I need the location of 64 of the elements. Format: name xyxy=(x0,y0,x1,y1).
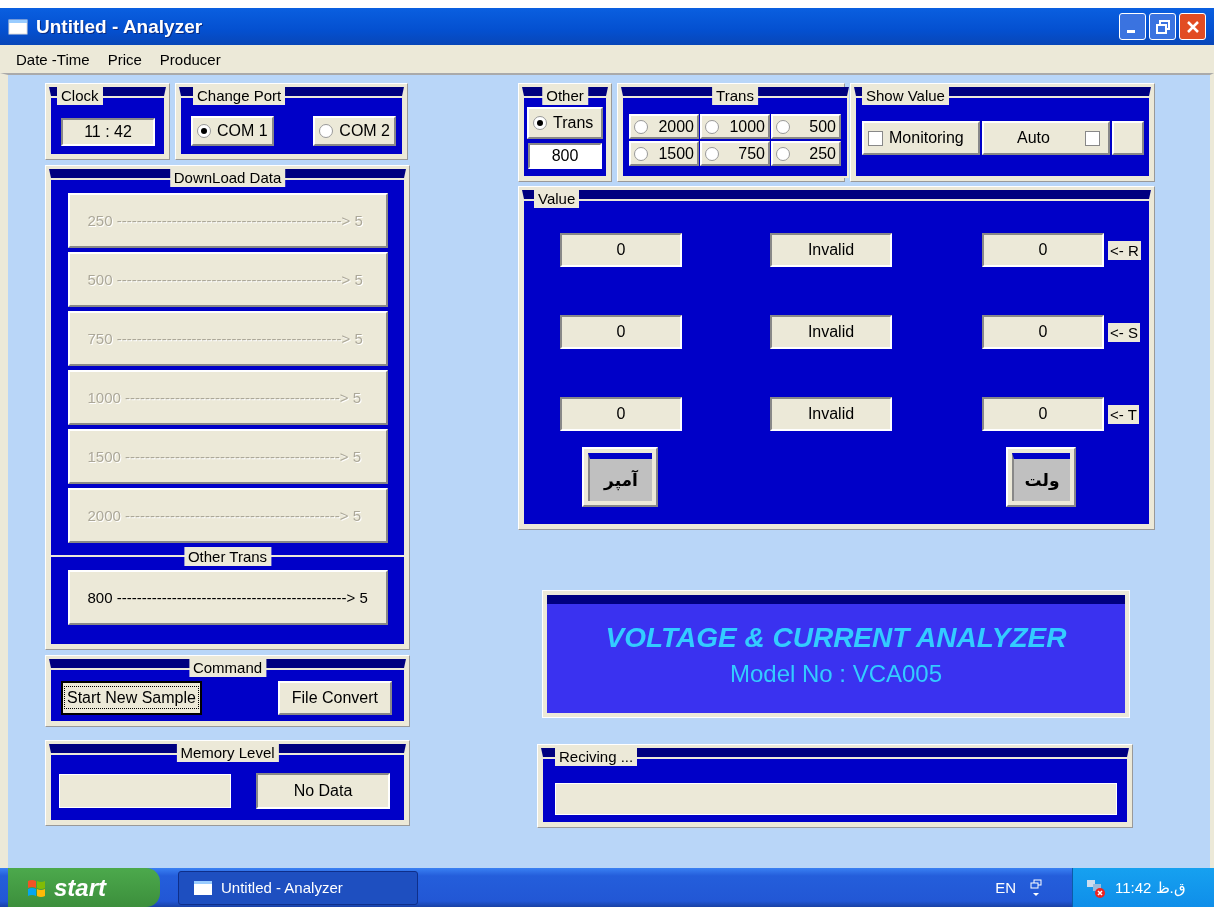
phase-label: <- S xyxy=(1108,322,1140,342)
close-icon xyxy=(1185,19,1200,34)
group-caption: Other xyxy=(542,86,588,105)
phase-label: <- R xyxy=(1108,240,1141,260)
unit-button[interactable]: ولت xyxy=(1006,447,1076,507)
download-button[interactable]: 800 ----------------------------------------------> 5 xyxy=(67,570,388,625)
status-display: Invalid xyxy=(770,397,892,431)
trans-radio[interactable]: 250 xyxy=(771,141,841,166)
voltage-display: 0 xyxy=(982,233,1104,267)
voltage-display: 0 xyxy=(982,397,1104,431)
port-radio[interactable]: COM 1 xyxy=(191,116,274,146)
menu-item[interactable]: Producer xyxy=(159,50,221,68)
window-icon xyxy=(8,18,28,35)
monitoring-checkbox[interactable]: Monitoring xyxy=(862,121,980,155)
section-caption: Other Trans xyxy=(183,547,272,566)
minimize-icon xyxy=(1126,30,1135,33)
group-caption: Reciving ... xyxy=(555,747,638,766)
restore-button[interactable] xyxy=(1149,13,1176,40)
status-display: Invalid xyxy=(770,315,892,349)
language-indicator[interactable]: EN xyxy=(995,879,1016,896)
trans-radio[interactable]: 750 xyxy=(700,141,770,166)
trans-radio[interactable]: Trans xyxy=(527,107,603,139)
current-display: 0 xyxy=(560,233,682,267)
group-caption: Change Port xyxy=(193,86,286,105)
banner-title: VOLTAGE & CURRENT ANALYZER xyxy=(605,621,1067,654)
unit-button[interactable]: آمپر xyxy=(582,447,658,507)
trans-radio[interactable]: 1000 xyxy=(700,114,770,139)
voltage-display: 0 xyxy=(982,315,1104,349)
group-caption: DownLoad Data xyxy=(169,168,286,187)
menu-item[interactable]: Price xyxy=(107,50,142,68)
window-icon xyxy=(193,879,213,896)
status-display: Invalid xyxy=(770,233,892,267)
network-icon[interactable] xyxy=(1085,877,1107,898)
minimize-button[interactable] xyxy=(1119,13,1146,40)
menu-item[interactable]: Date -Time xyxy=(16,50,90,68)
window-title: Untitled - Analyzer xyxy=(36,15,203,38)
command-button[interactable]: Start New Sample xyxy=(61,680,202,715)
current-display: 0 xyxy=(560,397,682,431)
memory-status: No Data xyxy=(256,772,390,809)
model-number: Model No : VCA005 xyxy=(729,659,943,688)
group-caption: Value xyxy=(534,189,580,208)
close-button[interactable] xyxy=(1179,13,1206,40)
windows-flag-icon xyxy=(26,877,48,898)
group-caption: Memory Level xyxy=(176,743,279,762)
trans-radio[interactable]: 2000 xyxy=(629,114,699,139)
phase-label: <- T xyxy=(1108,404,1139,424)
taskbar-clock: 11:42 ق.ظ xyxy=(1115,878,1186,897)
clock-display: 11 : 42 xyxy=(61,118,155,146)
group-caption: Command xyxy=(188,658,267,677)
start-button[interactable]: start xyxy=(8,868,160,907)
auto-checkbox[interactable]: Auto xyxy=(982,121,1110,155)
trans-radio[interactable]: 500 xyxy=(771,114,841,139)
current-display: 0 xyxy=(560,315,682,349)
group-caption: Show Value xyxy=(862,86,949,105)
command-button[interactable]: File Convert xyxy=(277,680,392,715)
language-bar-icon[interactable] xyxy=(1030,877,1042,898)
group-caption: Clock xyxy=(57,86,103,105)
blank-button[interactable] xyxy=(1112,121,1144,155)
trans-input[interactable]: 800 xyxy=(528,143,602,169)
group-caption: Trans xyxy=(712,86,758,105)
restore-icon xyxy=(1155,19,1170,34)
port-radio[interactable]: COM 2 xyxy=(313,116,396,146)
taskbar-button[interactable]: Untitled - Analyzer xyxy=(178,870,418,905)
trans-radio[interactable]: 1500 xyxy=(629,141,699,166)
